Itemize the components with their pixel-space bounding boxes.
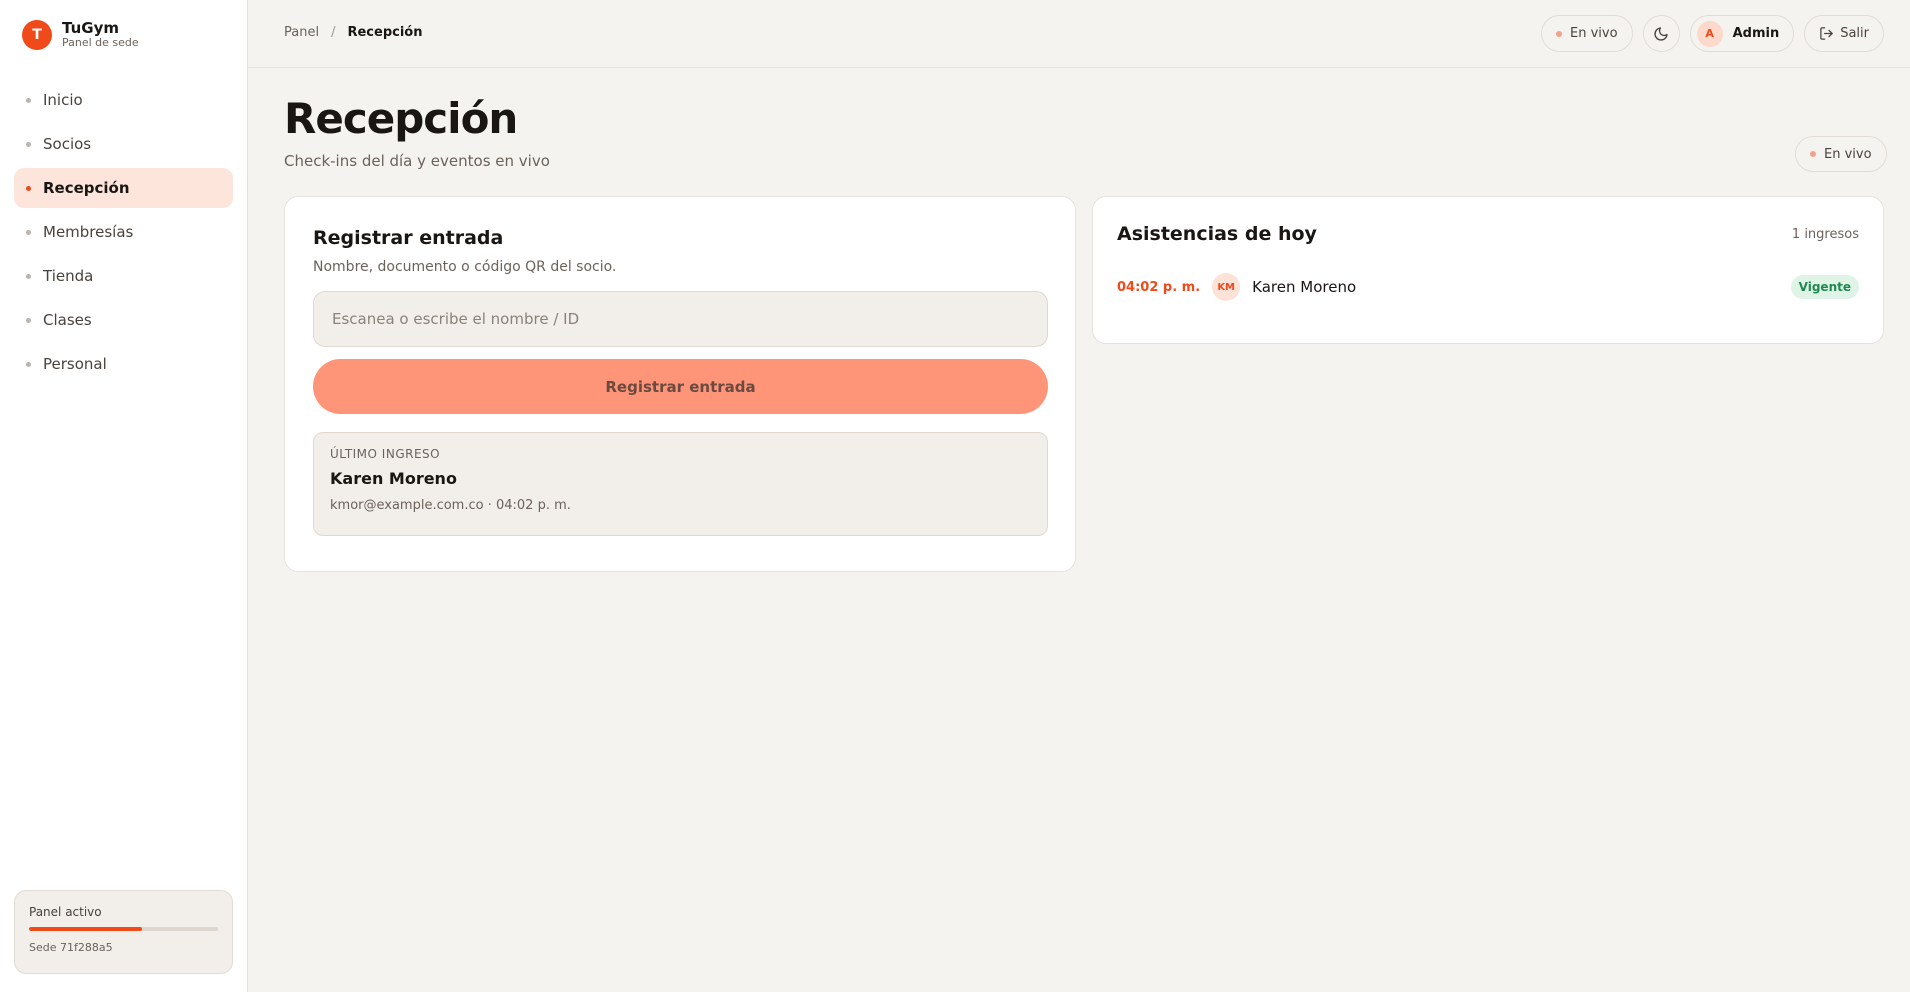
live-status-label: En vivo — [1570, 26, 1618, 41]
brand[interactable]: T TuGym Panel de sede — [22, 19, 139, 50]
theme-toggle-button[interactable] — [1642, 15, 1680, 52]
live-status-pill[interactable]: En vivo — [1541, 15, 1633, 52]
attendance-member-name: Karen Moreno — [1252, 278, 1357, 296]
register-description: Nombre, documento o código QR del socio. — [313, 259, 617, 275]
sidebar-item-label: Clases — [43, 311, 92, 329]
breadcrumb-root[interactable]: Panel — [284, 25, 319, 40]
last-entry-meta: kmor@example.com.co · 04:02 p. m. — [330, 498, 571, 513]
admin-name: Admin — [1732, 26, 1780, 41]
logout-icon — [1819, 26, 1834, 41]
brand-subtitle: Panel de sede — [62, 36, 139, 50]
branch-id: Sede 71f288a5 — [29, 941, 113, 954]
brand-text: TuGym Panel de sede — [62, 19, 139, 50]
active-panel-card: Panel activo Sede 71f288a5 — [14, 890, 233, 974]
moon-icon — [1653, 26, 1669, 42]
live-dot-icon — [1556, 30, 1563, 37]
attendance-header: Asistencias de hoy 1 ingresos — [1117, 223, 1859, 245]
live-badge-label: En vivo — [1824, 146, 1872, 162]
nav-dot-icon — [26, 185, 31, 191]
sidebar-item-recepcion[interactable]: Recepción — [14, 168, 233, 208]
nav-dot-icon — [26, 317, 31, 323]
nav-dot-icon — [26, 141, 31, 147]
sidebar-item-membresias[interactable]: Membresías — [14, 212, 233, 252]
sidebar-nav: Inicio Socios Recepción Membresías Tiend… — [14, 80, 233, 388]
sidebar-item-personal[interactable]: Personal — [14, 344, 233, 384]
last-entry-name: Karen Moreno — [330, 469, 457, 488]
sidebar-item-label: Socios — [43, 135, 92, 153]
status-badge: Vigente — [1790, 275, 1859, 299]
nav-dot-icon — [26, 229, 31, 235]
sidebar-item-label: Personal — [43, 355, 107, 373]
last-entry-label: ÚLTIMO INGRESO — [330, 447, 441, 461]
sidebar: T TuGym Panel de sede Inicio Socios Rece… — [0, 0, 248, 992]
top-actions: En vivo A Admin Salir — [1531, 15, 1884, 52]
sidebar-item-socios[interactable]: Socios — [14, 124, 233, 164]
nav-dot-icon — [26, 97, 31, 103]
avatar: A — [1696, 20, 1723, 47]
register-title: Registrar entrada — [313, 227, 504, 249]
breadcrumb-separator: / — [331, 25, 336, 40]
brand-logo: T — [22, 20, 52, 50]
sidebar-item-label: Inicio — [43, 91, 83, 109]
nav-dot-icon — [26, 361, 31, 367]
logout-button[interactable]: Salir — [1804, 15, 1884, 52]
brand-name: TuGym — [62, 19, 119, 38]
register-entry-card: Registrar entrada Nombre, documento o có… — [284, 196, 1076, 572]
attendance-title: Asistencias de hoy — [1117, 223, 1317, 245]
breadcrumb: Panel / Recepción — [284, 25, 422, 40]
sidebar-item-tienda[interactable]: Tienda — [14, 256, 233, 296]
attendance-card: Asistencias de hoy 1 ingresos 04:02 p. m… — [1092, 196, 1884, 344]
breadcrumb-current: Recepción — [347, 25, 423, 40]
live-badge: En vivo — [1795, 136, 1887, 172]
list-item[interactable]: 04:02 p. m. KM Karen Moreno Vigente — [1117, 273, 1859, 301]
member-search-input[interactable] — [313, 291, 1048, 347]
admin-menu-button[interactable]: A Admin — [1689, 15, 1795, 52]
topbar: Panel / Recepción En vivo A Admin Salir — [248, 0, 1910, 68]
sidebar-item-label: Membresías — [43, 223, 134, 241]
sidebar-item-label: Tienda — [43, 267, 94, 285]
page-title: Recepción — [284, 94, 518, 143]
logout-label: Salir — [1840, 26, 1869, 41]
avatar: KM — [1212, 273, 1241, 301]
sidebar-item-label: Recepción — [43, 179, 130, 197]
panel-progress-fill — [29, 927, 143, 931]
attendance-count: 1 ingresos — [1791, 226, 1859, 242]
attendance-time: 04:02 p. m. — [1117, 279, 1201, 295]
panel-progress-bar — [29, 927, 218, 931]
register-entry-button[interactable]: Registrar entrada — [313, 359, 1048, 414]
nav-dot-icon — [26, 273, 31, 279]
sidebar-item-inicio[interactable]: Inicio — [14, 80, 233, 120]
last-entry-box: ÚLTIMO INGRESO Karen Moreno kmor@example… — [313, 432, 1048, 536]
live-dot-icon — [1810, 151, 1816, 157]
sidebar-item-clases[interactable]: Clases — [14, 300, 233, 340]
page-subtitle: Check-ins del día y eventos en vivo — [284, 152, 550, 170]
active-panel-title: Panel activo — [29, 905, 102, 919]
